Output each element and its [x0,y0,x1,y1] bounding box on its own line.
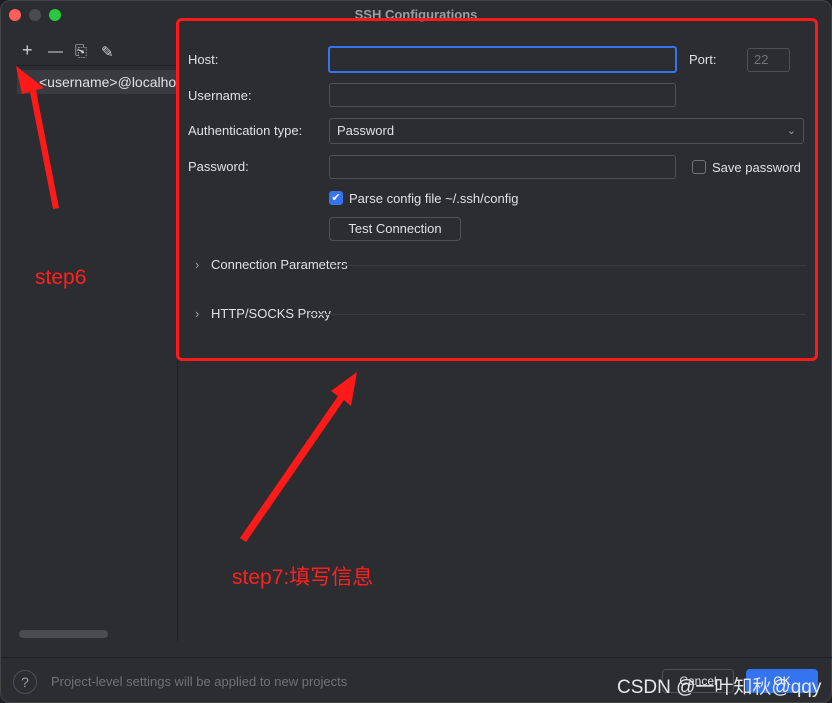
annotation-arrows [16,66,357,542]
arrow-step7 [240,372,357,542]
annotation-step7: step7:填写信息 [232,566,374,589]
arrow-step6 [16,66,59,209]
watermark: CSDN @一叶知秋@qqy [617,677,822,698]
annotation-step6: step6 [35,266,87,289]
